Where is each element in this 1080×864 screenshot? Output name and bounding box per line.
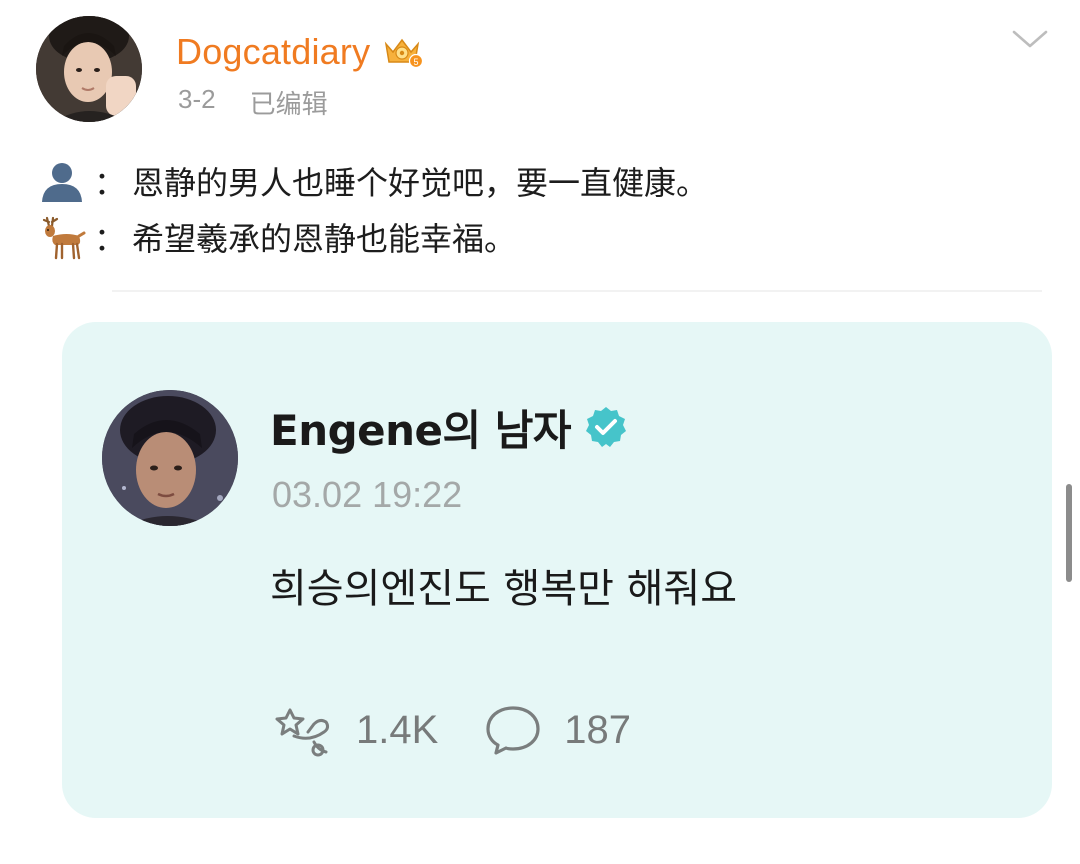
vip-crown-icon: 5 bbox=[385, 38, 424, 69]
post-text: 恩静的男人也睡个好觉吧，要一直健康。 bbox=[132, 164, 709, 202]
svg-text:5: 5 bbox=[414, 57, 419, 67]
line-separator: ： bbox=[93, 164, 126, 202]
post-text-line: ： 恩静的男人也睡个好觉吧，要一直健康。 bbox=[36, 158, 708, 204]
reaction-count: 1.4K bbox=[356, 707, 439, 752]
card-username[interactable]: Engene의 남자 bbox=[270, 397, 572, 458]
scrollbar-thumb[interactable] bbox=[1066, 484, 1072, 582]
post-date: 3-2 bbox=[178, 84, 216, 114]
person-silhouette-icon bbox=[36, 158, 88, 204]
edited-label: 已编辑 bbox=[249, 89, 328, 119]
deer-icon bbox=[36, 214, 88, 260]
author-avatar[interactable] bbox=[36, 16, 142, 122]
comment-icon bbox=[486, 706, 540, 755]
card-actions: 1.4K 187 bbox=[270, 702, 631, 758]
author-avatar-image bbox=[36, 16, 142, 122]
post-meta: 3-2 已编辑 bbox=[178, 84, 328, 121]
author-name-row[interactable]: Dogcatdiary 5 bbox=[176, 28, 424, 76]
divider bbox=[112, 290, 1042, 292]
line-separator: ： bbox=[93, 220, 126, 258]
comment-count: 187 bbox=[564, 707, 632, 752]
card-timestamp: 03.02 19:22 bbox=[272, 474, 463, 515]
comment-button[interactable]: 187 bbox=[482, 702, 631, 758]
post-text-line: ： 希望羲承的恩静也能幸福。 bbox=[36, 214, 516, 260]
card-avatar-image bbox=[102, 390, 238, 526]
embedded-post-card[interactable]: Engene의 남자 03.02 19:22 희승의엔진도 행복만 해줘요 1.… bbox=[62, 322, 1052, 818]
author-username[interactable]: Dogcatdiary bbox=[176, 31, 370, 73]
reaction-button[interactable]: 1.4K bbox=[270, 702, 438, 758]
reaction-icon bbox=[275, 708, 330, 757]
post-text: 希望羲承的恩静也能幸福。 bbox=[132, 220, 517, 258]
card-author-avatar[interactable] bbox=[102, 390, 238, 526]
card-author-name-row[interactable]: Engene의 남자 bbox=[270, 396, 629, 458]
chevron-down-icon[interactable] bbox=[1010, 26, 1050, 54]
card-body-text: 희승의엔진도 행복만 해줘요 bbox=[270, 566, 738, 612]
verified-badge-icon bbox=[586, 407, 627, 447]
